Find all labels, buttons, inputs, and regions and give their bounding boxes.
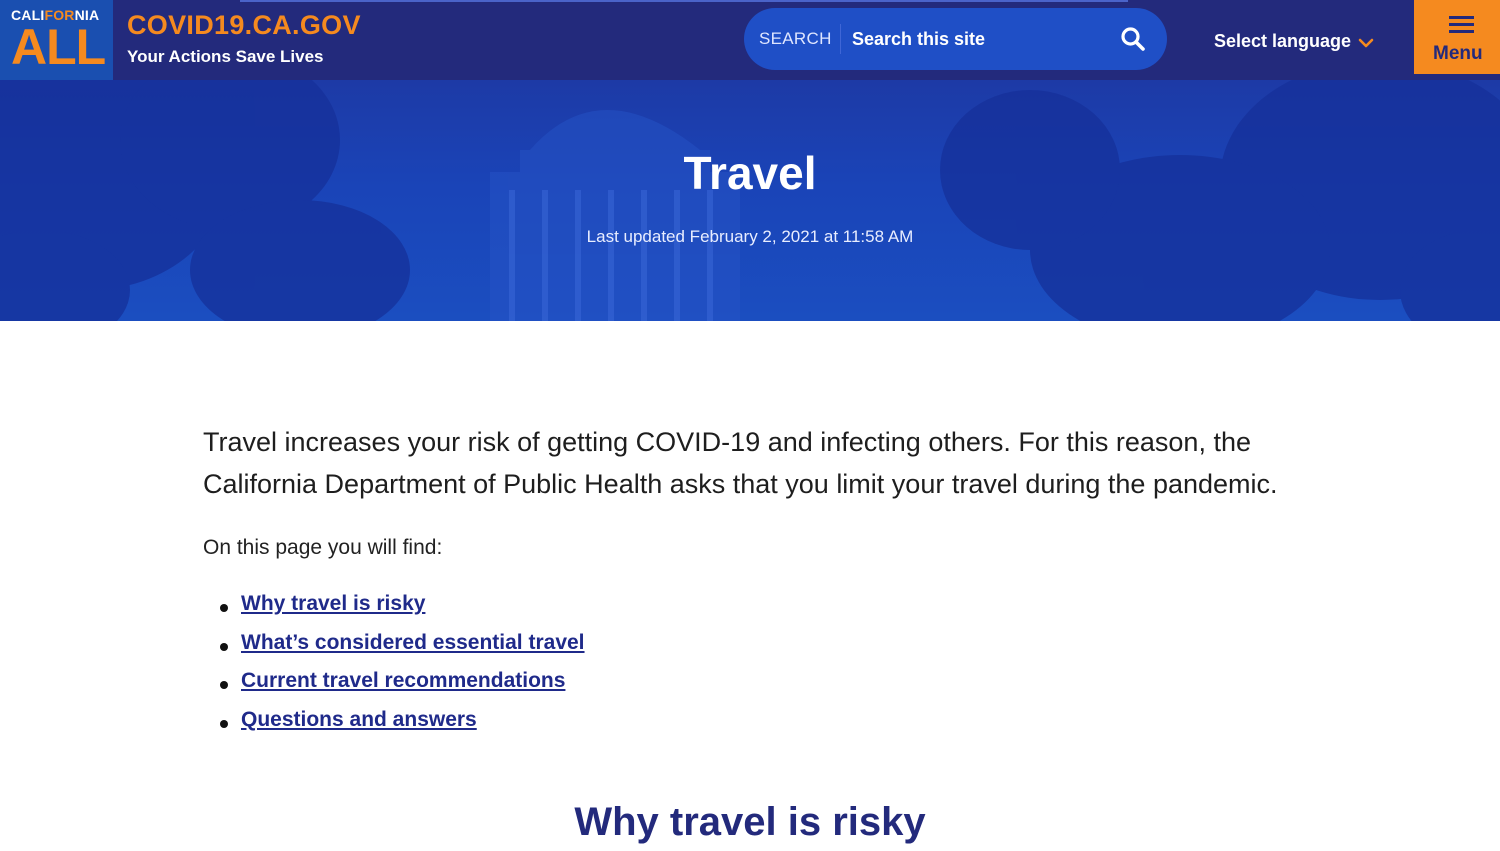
header-accent-line	[240, 0, 1128, 2]
site-tagline: Your Actions Save Lives	[127, 47, 324, 66]
language-select-label: Select language	[1214, 31, 1352, 51]
toc-link-questions-answers[interactable]: Questions and answers	[241, 708, 477, 731]
site-title[interactable]: COVID19.CA.GOV	[127, 10, 361, 41]
logo-all-text: ALL	[11, 19, 106, 75]
search-label: SEARCH	[759, 29, 832, 48]
toc-link-recommendations[interactable]: Current travel recommendations	[241, 669, 565, 692]
bullet-icon	[220, 604, 228, 612]
menu-label: Menu	[1433, 43, 1483, 64]
bullet-icon	[220, 642, 228, 651]
toc-link-why-risky[interactable]: Why travel is risky	[241, 592, 425, 615]
search-input[interactable]	[852, 23, 1102, 55]
search-box: SEARCH	[744, 8, 1167, 70]
bullet-icon	[220, 681, 228, 689]
list-item: What’s considered essential travel	[220, 631, 585, 670]
language-select[interactable]: Select language	[1214, 31, 1374, 52]
table-of-contents: Why travel is risky What’s considered es…	[220, 592, 585, 746]
menu-button[interactable]: Menu	[1414, 0, 1500, 74]
toc-link-essential-travel[interactable]: What’s considered essential travel	[241, 631, 585, 654]
hero-banner: Travel Last updated February 2, 2021 at …	[0, 80, 1500, 321]
search-divider	[840, 24, 841, 54]
list-item: Current travel recommendations	[220, 669, 585, 708]
last-updated-text: Last updated February 2, 2021 at 11:58 A…	[586, 227, 914, 246]
california-all-logo[interactable]: CALIFORNIA ALL	[0, 0, 113, 80]
intro-paragraph: Travel increases your risk of getting CO…	[203, 427, 1278, 499]
bullet-icon	[220, 719, 228, 728]
list-item: Why travel is risky	[220, 592, 585, 631]
list-item: Questions and answers	[220, 708, 585, 747]
site-header: CALIFORNIA ALL COVID19.CA.GOV Your Actio…	[0, 0, 1500, 80]
page-title: Travel	[683, 147, 817, 199]
on-this-page-label: On this page you will find:	[203, 536, 443, 559]
hamburger-icon	[1449, 16, 1474, 34]
chevron-down-icon	[1358, 38, 1374, 48]
section-heading: Why travel is risky	[574, 800, 926, 844]
capitol-background-image	[0, 80, 1500, 321]
search-icon[interactable]	[1120, 26, 1146, 52]
